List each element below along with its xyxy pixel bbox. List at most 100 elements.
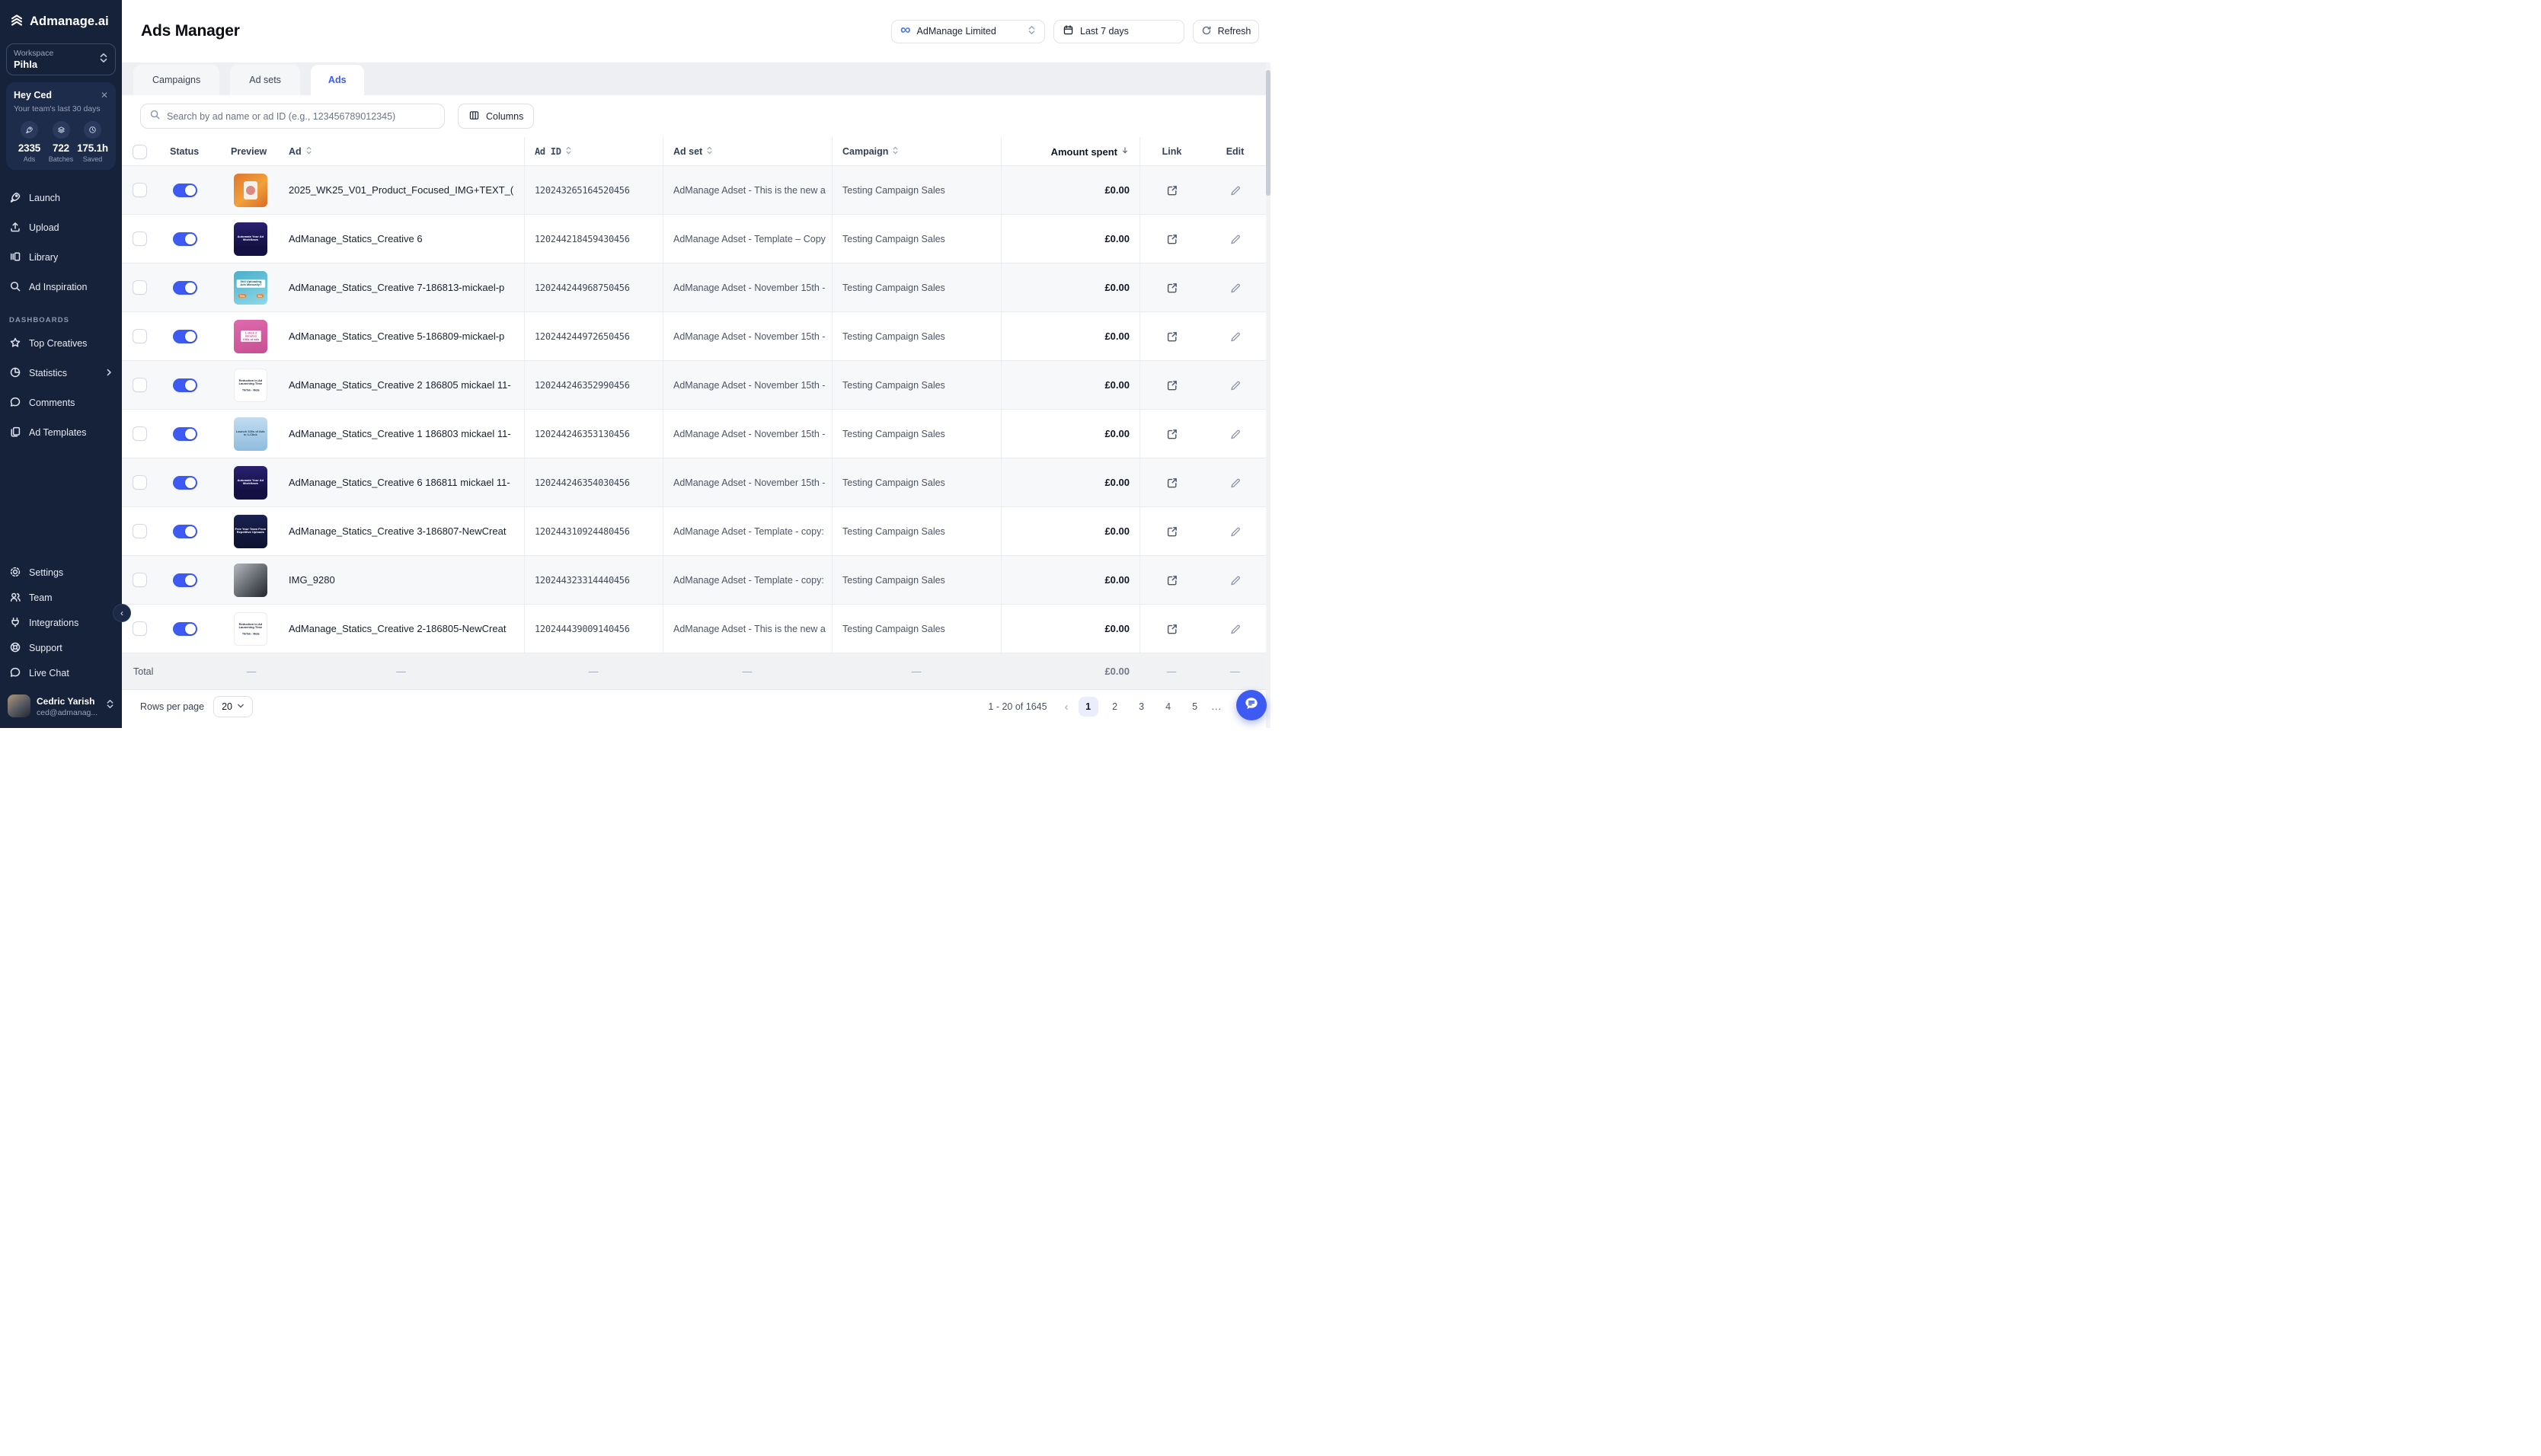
columns-button[interactable]: Columns [458, 104, 534, 129]
sidebar-item-statistics[interactable]: Statistics [0, 362, 122, 385]
pagination-page-3[interactable]: 3 [1132, 697, 1152, 717]
edit-pencil-icon[interactable] [1229, 330, 1242, 343]
external-link-icon[interactable] [1166, 184, 1178, 196]
sidebar-collapse-button[interactable]: ‹ [113, 604, 131, 622]
thumbnail-text: Automate Your Ad Workflows [235, 479, 267, 485]
row-checkbox[interactable] [133, 183, 147, 197]
column-header-campaign[interactable]: Campaign [832, 137, 1001, 166]
row-checkbox[interactable] [133, 329, 147, 343]
external-link-icon[interactable] [1166, 477, 1178, 489]
status-toggle[interactable] [173, 427, 197, 441]
external-link-icon[interactable] [1166, 525, 1178, 538]
sort-icon [891, 145, 900, 158]
ad-preview-thumbnail[interactable]: Reduction in Ad Launching Time TikTok · … [234, 369, 267, 402]
pagination-page-5[interactable]: 5 [1185, 697, 1205, 717]
scrollbar-thumb[interactable] [1266, 70, 1270, 196]
row-checkbox[interactable] [133, 231, 147, 246]
ad-preview-thumbnail[interactable]: Launch 100s of Ads in 1-Click [234, 417, 267, 451]
row-checkbox[interactable] [133, 524, 147, 538]
edit-pencil-icon[interactable] [1229, 623, 1242, 635]
sidebar-item-support[interactable]: Support [0, 637, 122, 659]
edit-pencil-icon[interactable] [1229, 379, 1242, 391]
select-all-checkbox[interactable] [133, 145, 147, 159]
user-menu[interactable]: Cedric Yarish ced@admanag... [0, 687, 122, 728]
ad-account-selector[interactable]: ∞ AdManage Limited [891, 20, 1045, 43]
pagination-prev-button[interactable]: ‹ [1062, 701, 1072, 714]
pagination-page-2[interactable]: 2 [1105, 697, 1125, 717]
ad-preview-thumbnail[interactable]: Free Your Team From Repetitive Uploads [234, 515, 267, 548]
status-toggle[interactable] [173, 573, 197, 587]
column-header-ad[interactable]: Ad [278, 137, 524, 166]
edit-pencil-icon[interactable] [1229, 233, 1242, 245]
external-link-icon[interactable] [1166, 330, 1178, 343]
row-checkbox[interactable] [133, 280, 147, 295]
refresh-button[interactable]: Refresh [1193, 20, 1259, 43]
sidebar-item-ad-templates[interactable]: Ad Templates [0, 421, 122, 444]
brand[interactable]: Admanage.ai [0, 0, 122, 40]
status-toggle[interactable] [173, 525, 197, 538]
status-toggle[interactable] [173, 330, 197, 343]
row-checkbox[interactable] [133, 378, 147, 392]
rows-per-page-select[interactable]: 20 [213, 696, 253, 717]
ad-preview-thumbnail[interactable]: Still Uploading Ads Manually? YesNo [234, 271, 267, 305]
search-input[interactable] [167, 111, 436, 122]
sidebar-item-launch[interactable]: Launch [0, 187, 122, 209]
ad-preview-thumbnail[interactable] [234, 564, 267, 597]
ad-set-cell: AdManage Adset - November 15th - [663, 312, 832, 360]
status-toggle[interactable] [173, 622, 197, 636]
ad-preview-thumbnail[interactable]: Automate Your Ad Workflows [234, 222, 267, 256]
column-header-ad-id[interactable]: Ad ID [524, 137, 663, 166]
sidebar-item-comments[interactable]: Comments [0, 391, 122, 414]
external-link-icon[interactable] [1166, 233, 1178, 245]
tab-campaigns[interactable]: Campaigns [133, 65, 219, 95]
workspace-selector[interactable]: Workspace Pihla [6, 43, 116, 75]
edit-pencil-icon[interactable] [1229, 282, 1242, 294]
status-toggle[interactable] [173, 476, 197, 490]
sidebar-item-ad-inspiration[interactable]: Ad Inspiration [0, 276, 122, 299]
sidebar-item-top-creatives[interactable]: Top Creatives [0, 332, 122, 355]
column-header-amount-spent[interactable]: Amount spent [1001, 137, 1139, 166]
sidebar-item-team[interactable]: Team [0, 586, 122, 609]
ad-name-cell: AdManage_Statics_Creative 6 186811 micka… [278, 458, 524, 506]
tab-ads[interactable]: Ads [311, 65, 364, 95]
sidebar-item-integrations[interactable]: Integrations [0, 611, 122, 634]
sidebar-item-settings[interactable]: Settings [0, 561, 122, 584]
total-dash: — [524, 653, 663, 689]
tab-ad-sets[interactable]: Ad sets [230, 65, 300, 95]
status-toggle[interactable] [173, 232, 197, 246]
column-header-preview[interactable]: Preview [225, 137, 278, 166]
edit-pencil-icon[interactable] [1229, 574, 1242, 586]
status-toggle[interactable] [173, 281, 197, 295]
sidebar-item-upload[interactable]: Upload [0, 216, 122, 239]
pagination-page-1[interactable]: 1 [1079, 697, 1098, 717]
external-link-icon[interactable] [1166, 428, 1178, 440]
row-checkbox[interactable] [133, 621, 147, 636]
close-icon[interactable]: ✕ [101, 91, 108, 100]
edit-pencil-icon[interactable] [1229, 184, 1242, 196]
sidebar-item-library[interactable]: Library [0, 246, 122, 269]
external-link-icon[interactable] [1166, 574, 1178, 586]
edit-pencil-icon[interactable] [1229, 428, 1242, 440]
campaign-cell: Testing Campaign Sales [832, 361, 1001, 409]
row-checkbox[interactable] [133, 426, 147, 441]
ad-preview-thumbnail[interactable]: Automate Your Ad Workflows [234, 466, 267, 500]
external-link-icon[interactable] [1166, 282, 1178, 294]
edit-pencil-icon[interactable] [1229, 525, 1242, 538]
external-link-icon[interactable] [1166, 379, 1178, 391]
column-header-ad-set[interactable]: Ad set [663, 137, 832, 166]
column-header-status[interactable]: Status [156, 137, 225, 166]
ad-preview-thumbnail[interactable]: 1 click 2 minutes 100s of ads [234, 320, 267, 353]
scrollbar-track[interactable] [1266, 62, 1270, 728]
ad-preview-thumbnail[interactable] [234, 174, 267, 207]
status-toggle[interactable] [173, 378, 197, 392]
row-checkbox[interactable] [133, 573, 147, 587]
pagination-page-4[interactable]: 4 [1159, 697, 1178, 717]
status-toggle[interactable] [173, 184, 197, 197]
live-chat-fab[interactable] [1236, 690, 1267, 720]
edit-pencil-icon[interactable] [1229, 477, 1242, 489]
ad-preview-thumbnail[interactable]: Reduction in Ad Launching Time TikTok · … [234, 612, 267, 646]
sidebar-item-live-chat[interactable]: Live Chat [0, 662, 122, 685]
row-checkbox[interactable] [133, 475, 147, 490]
date-range-picker[interactable]: Last 7 days [1053, 20, 1184, 43]
external-link-icon[interactable] [1166, 623, 1178, 635]
